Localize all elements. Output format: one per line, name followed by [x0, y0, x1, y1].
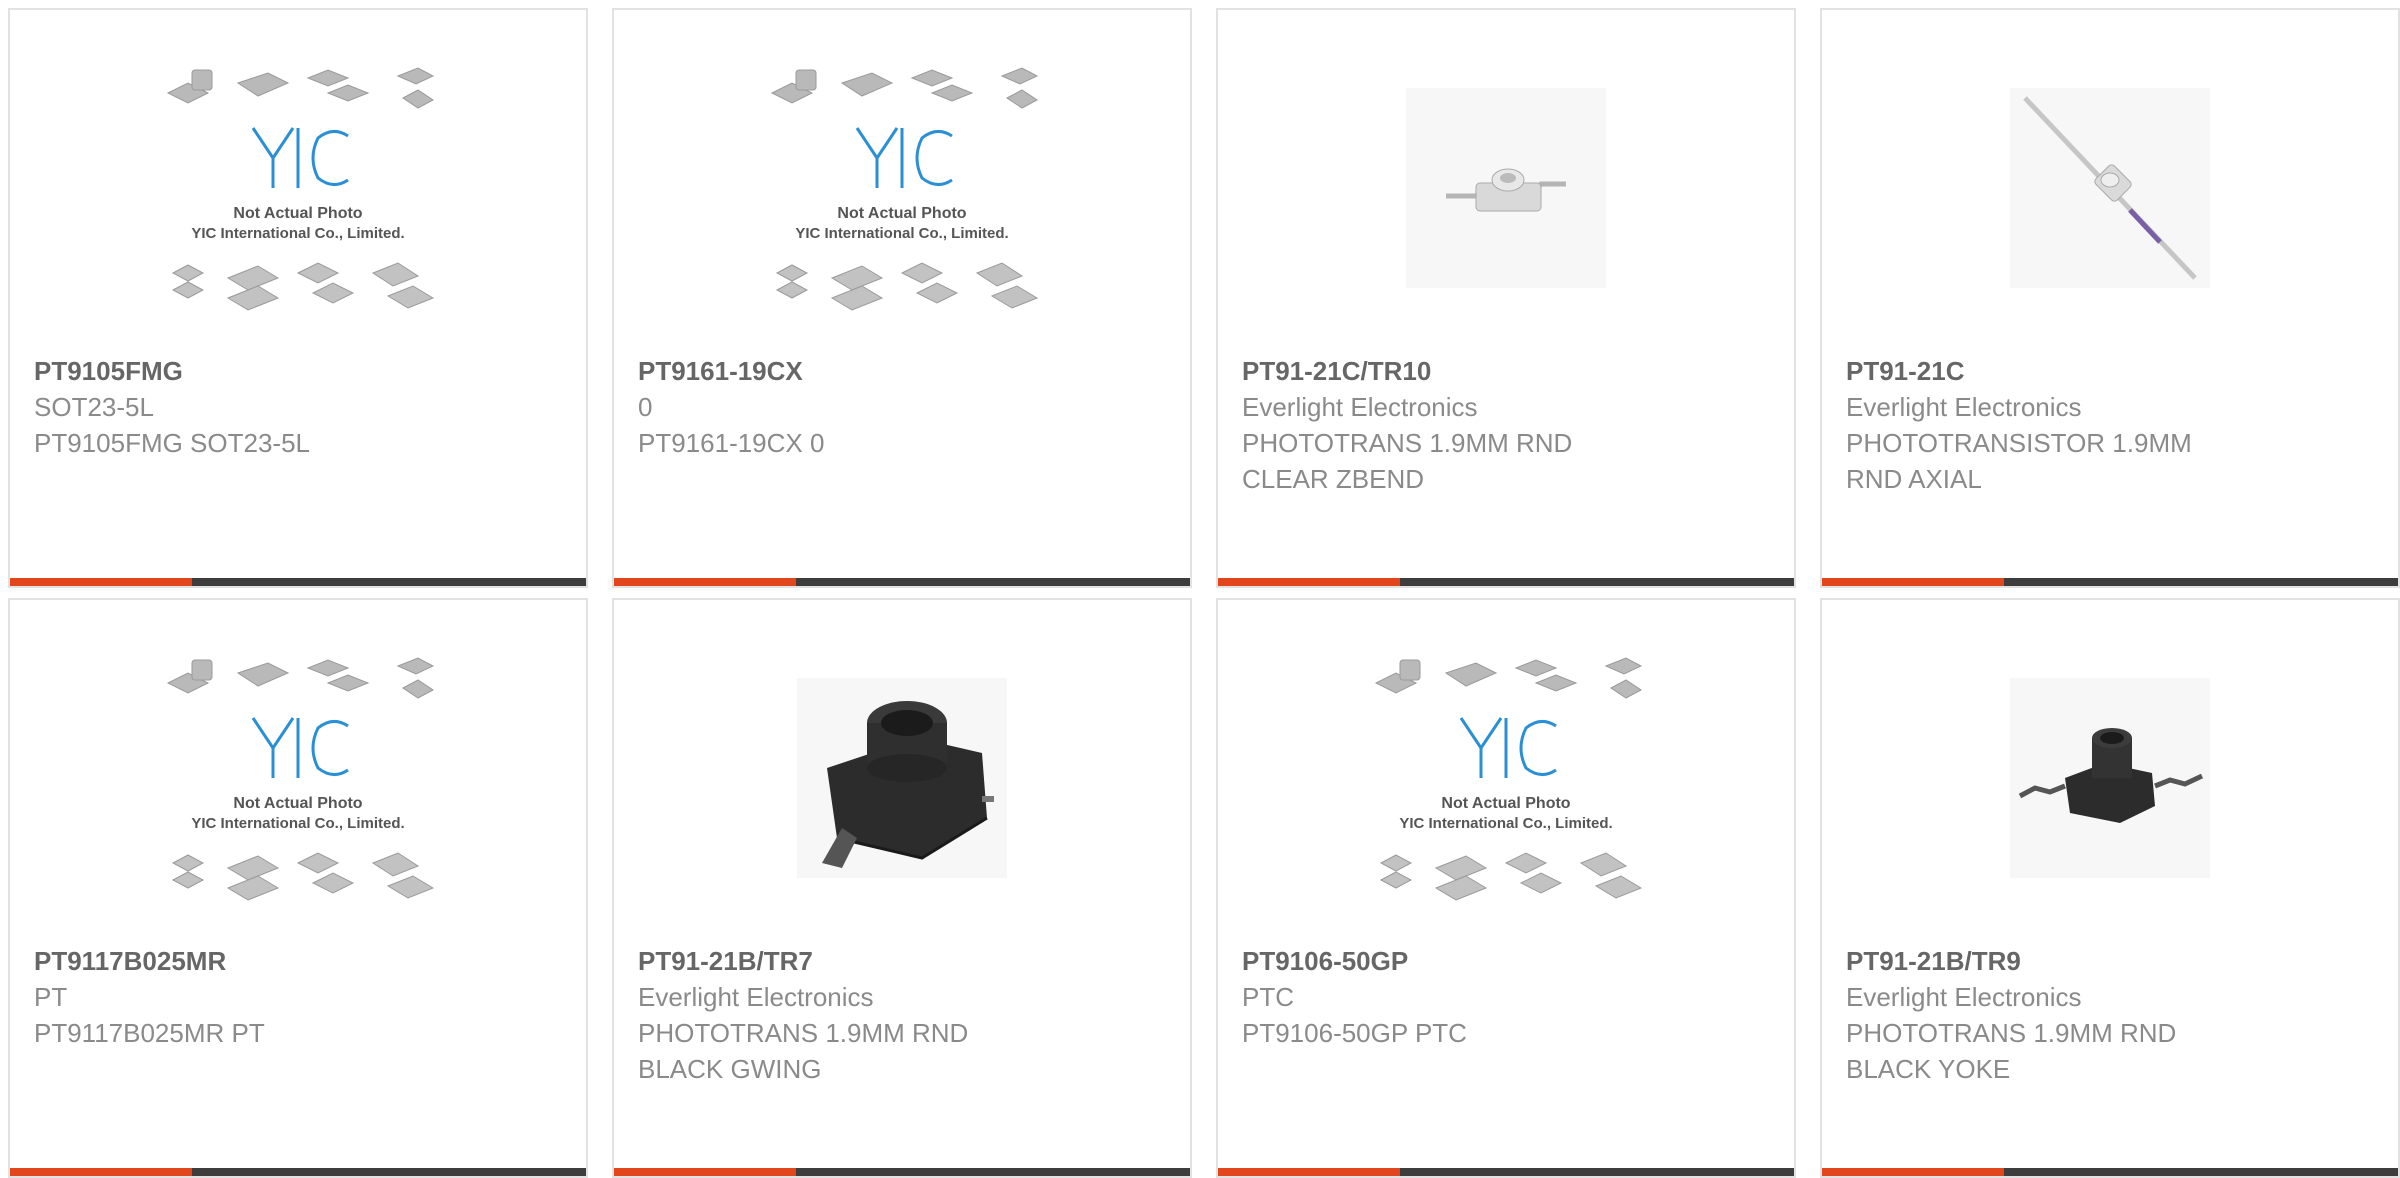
description-line-1: PHOTOTRANS 1.9MM RND [1846, 1018, 2177, 1048]
product-image[interactable] [1822, 618, 2398, 938]
product-image[interactable] [1218, 28, 1794, 348]
placeholder-text-2: YIC International Co., Limited. [191, 225, 404, 242]
manufacturer: Everlight Electronics [1242, 392, 1478, 422]
product-info: PT9117B025MR PT PT9117B025MR PT [34, 943, 562, 1051]
card-bar-accent [10, 578, 192, 586]
placeholder-text-2: YIC International Co., Limited. [795, 225, 1008, 242]
product-image[interactable] [614, 618, 1190, 938]
yic-placeholder-image: Not Actual Photo YIC International Co., … [166, 657, 435, 901]
part-number[interactable]: PT91-21C/TR10 [1242, 353, 1770, 389]
description-line-2: BLACK YOKE [1846, 1054, 2011, 1084]
description-line-2: BLACK GWING [638, 1054, 822, 1084]
placeholder-text-1: Not Actual Photo [837, 205, 966, 222]
manufacturer: Everlight Electronics [1846, 392, 2082, 422]
product-image[interactable]: Not Actual Photo YIC International Co., … [1218, 618, 1794, 938]
phototransistor-black-gwing-image [797, 678, 1007, 878]
description-line-1: PT9117B025MR PT [34, 1018, 265, 1048]
product-image[interactable]: Not Actual Photo YIC International Co., … [10, 618, 586, 938]
card-bar [614, 1168, 1190, 1176]
part-number[interactable]: PT9106-50GP [1242, 943, 1770, 979]
description-line-2: CLEAR ZBEND [1242, 464, 1425, 494]
card-bar-accent [10, 1168, 192, 1176]
product-card[interactable]: PT91-21B/TR7 Everlight Electronics PHOTO… [612, 598, 1192, 1178]
card-bar-accent [614, 1168, 796, 1176]
product-info: PT9106-50GP PTC PT9106-50GP PTC [1242, 943, 1770, 1051]
product-image[interactable] [1822, 28, 2398, 348]
part-number[interactable]: PT9117B025MR [34, 943, 562, 979]
part-number[interactable]: PT91-21C [1846, 353, 2374, 389]
description-line-2: RND AXIAL [1846, 464, 1982, 494]
product-grid: Not Actual Photo YIC International Co., … [8, 8, 2400, 1178]
product-card[interactable]: Not Actual Photo YIC International Co., … [1216, 598, 1796, 1178]
product-card[interactable]: PT91-21B/TR9 Everlight Electronics PHOTO… [1820, 598, 2400, 1178]
card-bar-accent [1218, 578, 1400, 586]
card-bar [1218, 578, 1794, 586]
product-info: PT91-21C Everlight Electronics PHOTOTRAN… [1846, 353, 2374, 497]
yic-placeholder-image: Not Actual Photo YIC International Co., … [166, 67, 435, 311]
yic-placeholder-image: Not Actual Photo YIC International Co., … [770, 67, 1039, 311]
product-image[interactable]: Not Actual Photo YIC International Co., … [10, 28, 586, 348]
phototransistor-axial-image [2010, 88, 2210, 288]
card-bar-accent [1822, 1168, 2004, 1176]
description-line-1: PT9106-50GP PTC [1242, 1018, 1467, 1048]
product-card[interactable]: PT91-21C Everlight Electronics PHOTOTRAN… [1820, 8, 2400, 588]
manufacturer: PTC [1242, 982, 1294, 1012]
placeholder-text-1: Not Actual Photo [233, 795, 362, 812]
placeholder-text-1: Not Actual Photo [233, 205, 362, 222]
phototransistor-black-yoke-image [2010, 678, 2210, 878]
card-bar [10, 578, 586, 586]
product-info: PT91-21C/TR10 Everlight Electronics PHOT… [1242, 353, 1770, 497]
product-info: PT91-21B/TR9 Everlight Electronics PHOTO… [1846, 943, 2374, 1087]
manufacturer: Everlight Electronics [638, 982, 874, 1012]
placeholder-text-2: YIC International Co., Limited. [191, 815, 404, 832]
placeholder-text-1: Not Actual Photo [1441, 795, 1570, 812]
product-image[interactable]: Not Actual Photo YIC International Co., … [614, 28, 1190, 348]
part-number[interactable]: PT91-21B/TR7 [638, 943, 1166, 979]
manufacturer: 0 [638, 392, 653, 422]
card-bar-accent [1822, 578, 2004, 586]
description-line-1: PT9105FMG SOT23-5L [34, 428, 310, 458]
manufacturer: PT [34, 982, 68, 1012]
product-info: PT9105FMG SOT23-5L PT9105FMG SOT23-5L [34, 353, 562, 461]
yic-placeholder-image: Not Actual Photo YIC International Co., … [1374, 657, 1643, 901]
manufacturer: SOT23-5L [34, 392, 154, 422]
product-card[interactable]: Not Actual Photo YIC International Co., … [612, 8, 1192, 588]
product-info: PT91-21B/TR7 Everlight Electronics PHOTO… [638, 943, 1166, 1087]
card-bar-accent [614, 578, 796, 586]
card-bar-accent [1218, 1168, 1400, 1176]
card-bar [614, 578, 1190, 586]
part-number[interactable]: PT91-21B/TR9 [1846, 943, 2374, 979]
placeholder-text-2: YIC International Co., Limited. [1399, 815, 1612, 832]
card-bar [1822, 1168, 2398, 1176]
product-card[interactable]: Not Actual Photo YIC International Co., … [8, 598, 588, 1178]
part-number[interactable]: PT9161-19CX [638, 353, 1166, 389]
product-info: PT9161-19CX 0 PT9161-19CX 0 [638, 353, 1166, 461]
description-line-1: PT9161-19CX 0 [638, 428, 825, 458]
description-line-1: PHOTOTRANS 1.9MM RND [1242, 428, 1573, 458]
description-line-1: PHOTOTRANS 1.9MM RND [638, 1018, 969, 1048]
card-bar [1822, 578, 2398, 586]
manufacturer: Everlight Electronics [1846, 982, 2082, 1012]
product-card[interactable]: PT91-21C/TR10 Everlight Electronics PHOT… [1216, 8, 1796, 588]
product-card[interactable]: Not Actual Photo YIC International Co., … [8, 8, 588, 588]
phototransistor-clear-zbend-image [1406, 88, 1606, 288]
part-number[interactable]: PT9105FMG [34, 353, 562, 389]
card-bar [10, 1168, 586, 1176]
description-line-1: PHOTOTRANSISTOR 1.9MM [1846, 428, 2192, 458]
card-bar [1218, 1168, 1794, 1176]
